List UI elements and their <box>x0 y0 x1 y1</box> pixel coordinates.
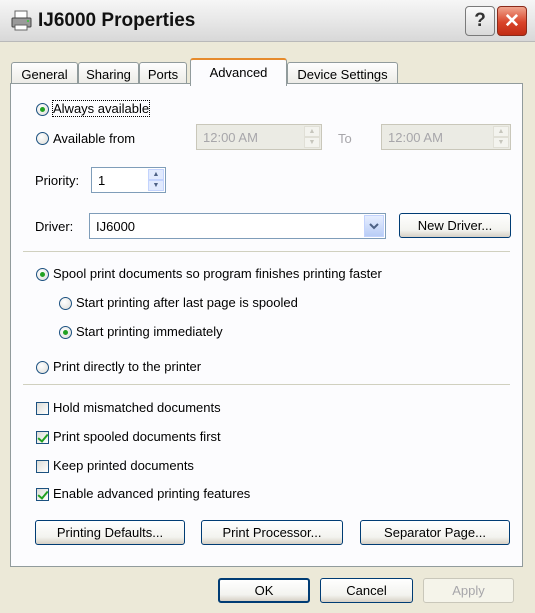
enable-advanced-features-checkbox[interactable] <box>36 488 49 501</box>
ok-button[interactable]: OK <box>218 578 310 603</box>
tab-sharing[interactable]: Sharing <box>78 62 139 84</box>
spin-up-icon[interactable]: ▲ <box>304 126 320 137</box>
enable-advanced-features-label[interactable]: Enable advanced printing features <box>53 486 250 501</box>
printing-defaults-button[interactable]: Printing Defaults... <box>35 520 185 545</box>
start-immediately-label[interactable]: Start printing immediately <box>76 324 223 339</box>
spool-label[interactable]: Spool print documents so program finishe… <box>53 266 382 281</box>
properties-dialog: IJ6000 Properties ? ✕ General Sharing Po… <box>0 0 535 613</box>
tab-device-settings[interactable]: Device Settings <box>287 62 398 84</box>
tab-advanced[interactable]: Advanced <box>190 58 287 86</box>
from-time-field[interactable]: 12:00 AM ▲ ▼ <box>196 124 322 150</box>
priority-field[interactable]: 1 ▲ ▼ <box>91 167 166 193</box>
title-bar[interactable]: IJ6000 Properties ? ✕ <box>0 0 535 42</box>
hold-mismatched-checkbox[interactable] <box>36 402 49 415</box>
spool-radio[interactable] <box>36 268 49 281</box>
priority-value: 1 <box>98 173 106 188</box>
to-time-value: 12:00 AM <box>388 130 443 145</box>
print-processor-button[interactable]: Print Processor... <box>201 520 343 545</box>
start-after-last-page-radio[interactable] <box>59 297 72 310</box>
spin-up-icon[interactable]: ▲ <box>148 169 164 180</box>
spin-down-icon[interactable]: ▼ <box>493 137 509 148</box>
spin-up-icon[interactable]: ▲ <box>493 126 509 137</box>
print-spooled-first-label[interactable]: Print spooled documents first <box>53 429 221 444</box>
new-driver-button[interactable]: New Driver... <box>399 213 511 238</box>
keep-printed-label[interactable]: Keep printed documents <box>53 458 194 473</box>
to-label: To <box>338 131 352 146</box>
close-button[interactable]: ✕ <box>497 6 527 36</box>
from-time-value: 12:00 AM <box>203 130 258 145</box>
always-available-label[interactable]: Always available <box>51 100 151 117</box>
print-directly-label[interactable]: Print directly to the printer <box>53 359 201 374</box>
keep-printed-checkbox[interactable] <box>36 460 49 473</box>
start-immediately-radio[interactable] <box>59 326 72 339</box>
window-title: IJ6000 Properties <box>38 10 196 31</box>
spin-down-icon[interactable]: ▼ <box>148 180 164 191</box>
separator <box>23 251 510 252</box>
to-time-field[interactable]: 12:00 AM ▲ ▼ <box>381 124 511 150</box>
priority-label: Priority: <box>35 173 80 188</box>
to-time-spinner[interactable]: ▲ ▼ <box>493 126 509 148</box>
printer-icon <box>11 10 32 31</box>
priority-spinner[interactable]: ▲ ▼ <box>148 169 164 191</box>
apply-button[interactable]: Apply <box>423 578 514 603</box>
tab-ports[interactable]: Ports <box>139 62 187 84</box>
start-after-last-page-label[interactable]: Start printing after last page is spoole… <box>76 295 298 310</box>
available-from-radio[interactable] <box>36 132 49 145</box>
print-spooled-first-checkbox[interactable] <box>36 431 49 444</box>
driver-value: IJ6000 <box>96 219 136 234</box>
chevron-down-icon[interactable] <box>364 215 384 237</box>
driver-label: Driver: <box>35 219 74 234</box>
spin-down-icon[interactable]: ▼ <box>304 137 320 148</box>
print-directly-radio[interactable] <box>36 361 49 374</box>
separator <box>23 384 510 385</box>
cancel-button[interactable]: Cancel <box>320 578 413 603</box>
separator-page-button[interactable]: Separator Page... <box>360 520 510 545</box>
tab-general[interactable]: General <box>11 62 78 84</box>
always-available-radio[interactable] <box>36 103 49 116</box>
driver-select[interactable]: IJ6000 <box>89 213 386 239</box>
help-button[interactable]: ? <box>465 6 495 36</box>
available-from-label[interactable]: Available from <box>53 131 135 146</box>
from-time-spinner[interactable]: ▲ ▼ <box>304 126 320 148</box>
hold-mismatched-label[interactable]: Hold mismatched documents <box>53 400 221 415</box>
